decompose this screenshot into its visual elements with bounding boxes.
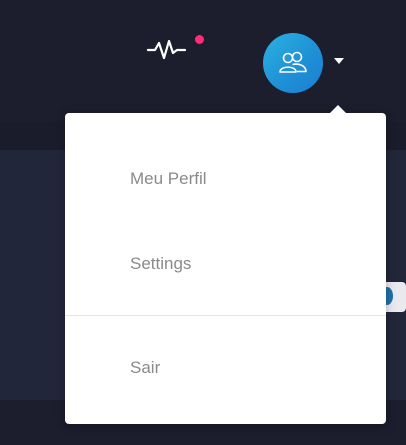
caret-down-icon[interactable] — [334, 58, 344, 64]
top-navbar — [0, 0, 406, 122]
menu-item-label: Meu Perfil — [130, 169, 207, 188]
menu-item-logout[interactable]: Sair — [65, 338, 386, 398]
user-avatar[interactable] — [263, 33, 323, 93]
menu-item-settings[interactable]: Settings — [65, 234, 386, 294]
menu-item-profile[interactable]: Meu Perfil — [65, 149, 386, 209]
menu-item-label: Sair — [130, 358, 161, 377]
menu-divider — [65, 315, 386, 316]
dropdown-pointer — [330, 105, 346, 113]
user-dropdown-menu: Meu Perfil Settings Sair — [65, 105, 386, 424]
activity-pulse-icon — [147, 39, 187, 60]
menu-item-label: Settings — [130, 254, 192, 273]
notification-dot — [195, 35, 204, 44]
activity-button[interactable] — [147, 34, 204, 64]
users-icon — [279, 51, 307, 73]
